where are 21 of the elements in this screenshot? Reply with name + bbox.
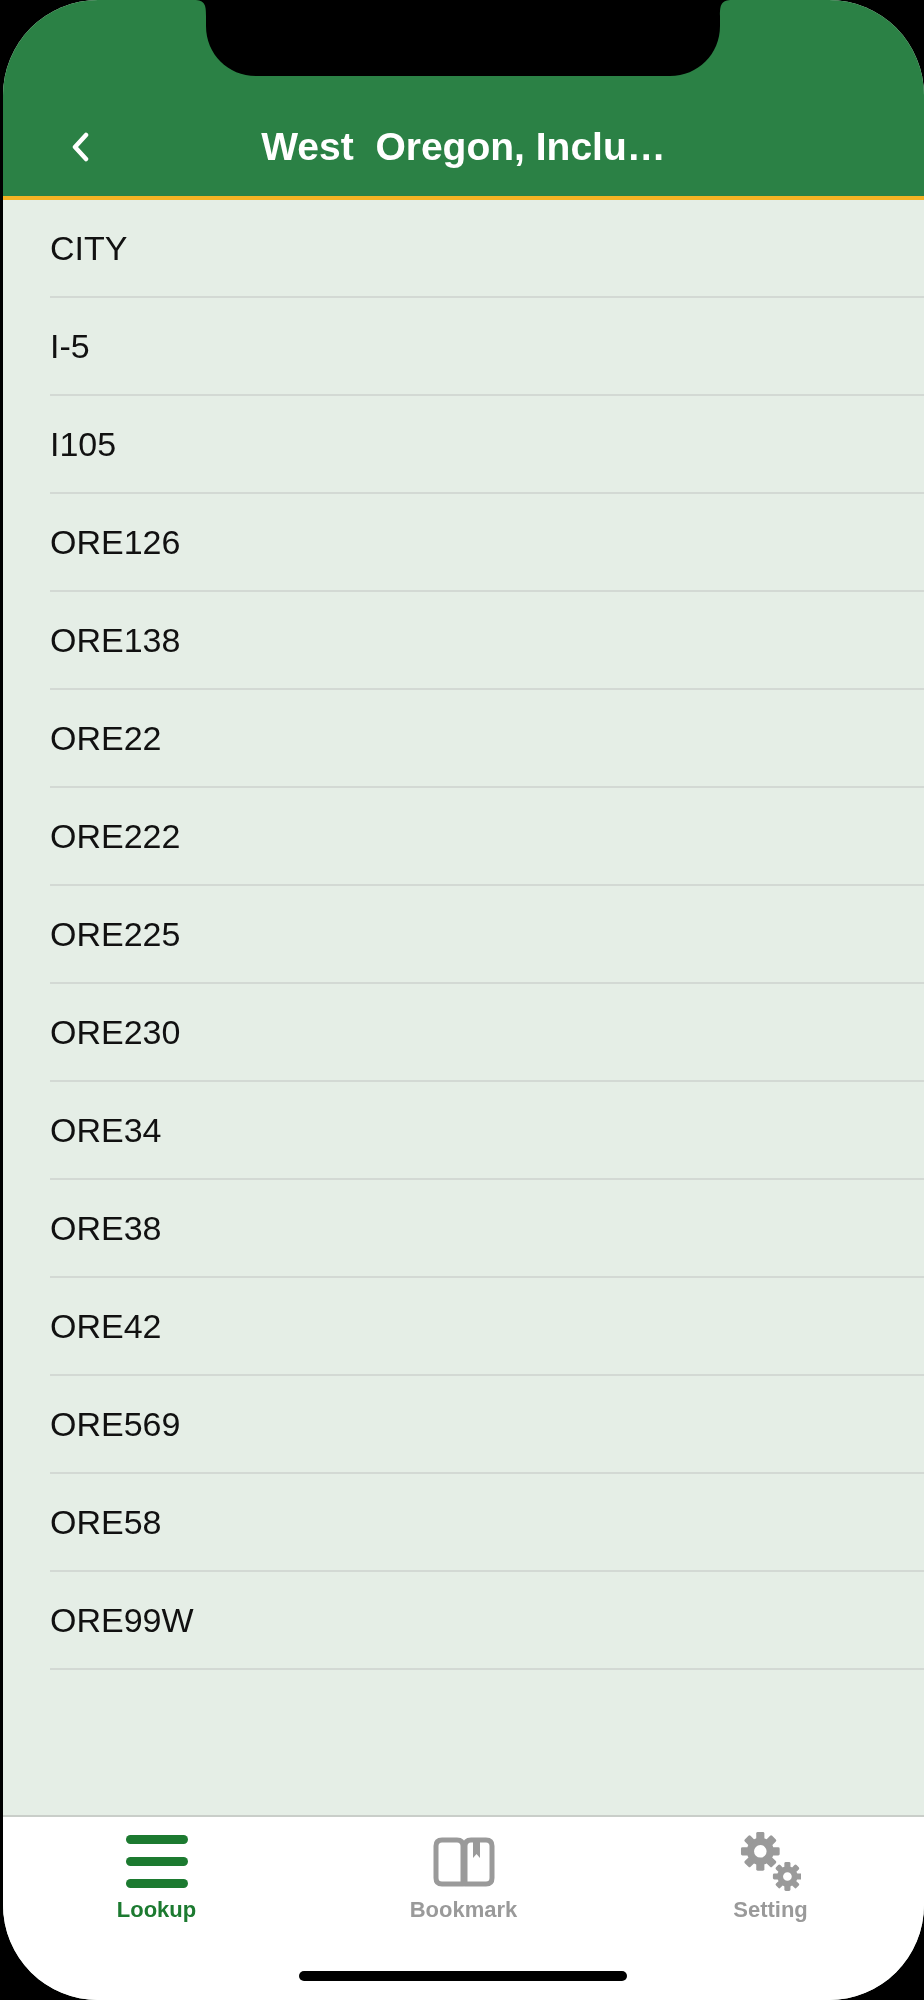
chevron-left-icon (71, 132, 89, 162)
route-list-item[interactable]: ORE225 (50, 886, 924, 984)
menu-icon (125, 1835, 188, 1888)
route-list-item[interactable]: ORE222 (50, 788, 924, 886)
route-list-item[interactable]: ORE126 (50, 494, 924, 592)
route-list-item[interactable]: ORE138 (50, 592, 924, 690)
route-list-item[interactable]: CITY (50, 200, 924, 298)
route-list-item[interactable]: ORE230 (50, 984, 924, 1082)
tab-button[interactable]: Lookup (110, 1827, 203, 1927)
route-list-item[interactable]: ORE34 (50, 1082, 924, 1180)
route-list-item[interactable]: ORE99W (50, 1572, 924, 1670)
gears-icon (739, 1831, 802, 1891)
route-list-item[interactable]: I-5 (50, 298, 924, 396)
route-list-item[interactable]: ORE22 (50, 690, 924, 788)
route-list-item[interactable]: I105 (50, 396, 924, 494)
route-list-item[interactable]: ORE569 (50, 1376, 924, 1474)
screen-title: West Oregon, Inclu… (261, 124, 666, 170)
route-list-item[interactable]: ORE58 (50, 1474, 924, 1572)
route-list-item[interactable]: ORE42 (50, 1278, 924, 1376)
book-icon (432, 1837, 495, 1887)
route-list-item[interactable]: ORE38 (50, 1180, 924, 1278)
